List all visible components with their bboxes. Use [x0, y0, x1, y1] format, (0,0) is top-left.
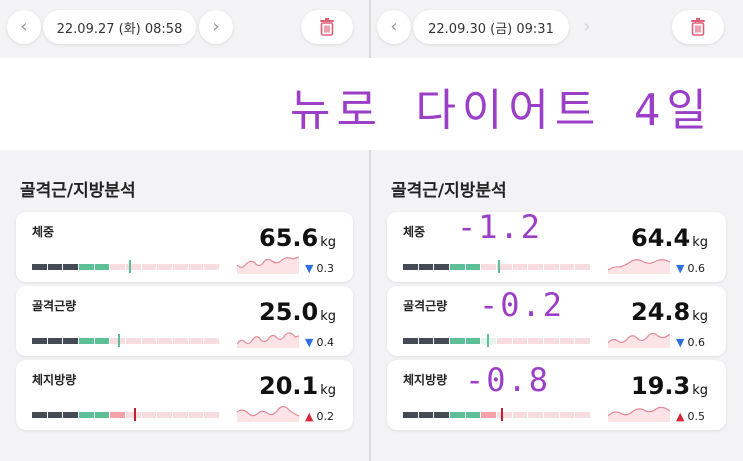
triangle-up-icon: ▲	[305, 410, 314, 423]
trend-sparkline	[608, 259, 670, 274]
screen: ‹ 22.09.27 (화) 08:58 › 골격근/지방분석 체중 65.6 …	[0, 0, 743, 461]
chevron-left-icon: ‹	[20, 16, 28, 37]
gauge-marker	[498, 260, 500, 273]
delta-indicator: ▼ 0.3	[305, 262, 334, 275]
date-label[interactable]: 22.09.30 (금) 09:31	[413, 10, 569, 44]
gauge-marker	[129, 260, 131, 273]
card-value: 24.8 kg	[631, 298, 708, 326]
delta-indicator: ▼ 0.6	[676, 262, 705, 275]
card-label: 골격근량	[32, 299, 77, 313]
gauge-bar	[32, 334, 220, 347]
gauge-bar	[403, 408, 591, 421]
trend-sparkline	[237, 405, 299, 422]
weight-card[interactable]: 체중 64.4 kg ▼ 0.6 -1.2	[387, 208, 726, 282]
card-value: 19.3 kg	[631, 372, 708, 400]
delta-indicator: ▲ 0.2	[305, 410, 334, 423]
trash-icon	[320, 18, 334, 36]
date-label[interactable]: 22.09.27 (화) 08:58	[43, 10, 196, 44]
prev-date-button[interactable]: ‹	[377, 10, 411, 44]
chevron-left-icon: ‹	[390, 16, 398, 37]
handwritten-note: -0.2	[479, 286, 565, 324]
delta-indicator: ▼ 0.6	[676, 336, 705, 349]
chevron-right-icon: ›	[583, 16, 591, 37]
card-value: 25.0 kg	[259, 298, 336, 326]
muscle-card[interactable]: 골격근량 24.8 kg ▼ 0.6 -0.2	[387, 286, 726, 356]
trash-icon	[691, 18, 705, 36]
muscle-card[interactable]: 골격근량 25.0 kg ▼ 0.4	[16, 286, 353, 356]
title-banner: 뉴로 다이어트 4일	[0, 58, 743, 150]
card-label: 체중	[403, 225, 426, 239]
delete-button[interactable]	[672, 10, 724, 44]
gauge-bar	[32, 408, 220, 421]
trend-sparkline	[608, 332, 670, 348]
card-value: 65.6 kg	[259, 224, 336, 252]
delta-indicator: ▼ 0.4	[305, 336, 334, 349]
triangle-down-icon: ▼	[676, 336, 685, 349]
card-value: 20.1 kg	[259, 372, 336, 400]
gauge-marker	[487, 334, 489, 347]
gauge-marker	[501, 408, 503, 421]
handwritten-note: -0.8	[465, 361, 551, 399]
chevron-right-icon: ›	[212, 16, 220, 37]
card-label: 체지방량	[32, 373, 77, 387]
trend-sparkline	[237, 332, 299, 348]
triangle-down-icon: ▼	[305, 262, 314, 275]
triangle-up-icon: ▲	[676, 410, 685, 423]
card-label: 체중	[32, 225, 55, 239]
body-fat-card[interactable]: 체지방량 19.3 kg ▲ 0.5 -0.8	[387, 360, 726, 430]
trend-sparkline	[237, 256, 299, 274]
gauge-bar	[32, 260, 220, 273]
gauge-marker	[134, 408, 136, 421]
gauge-marker	[118, 334, 120, 347]
card-label: 체지방량	[403, 373, 448, 387]
card-value: 64.4 kg	[631, 224, 708, 252]
body-fat-card[interactable]: 체지방량 20.1 kg ▲ 0.2	[16, 360, 353, 430]
section-title: 골격근/지방분석	[391, 181, 507, 201]
right-date-bar: ‹ 22.09.30 (금) 09:31 ›	[371, 8, 743, 46]
delta-indicator: ▲ 0.5	[676, 410, 705, 423]
delete-button[interactable]	[301, 10, 353, 44]
triangle-down-icon: ▼	[676, 262, 685, 275]
next-date-button[interactable]: ›	[570, 10, 604, 44]
next-date-button[interactable]: ›	[199, 10, 233, 44]
trend-sparkline	[608, 406, 670, 422]
section-title: 골격근/지방분석	[20, 181, 136, 201]
weight-card[interactable]: 체중 65.6 kg ▼ 0.3	[16, 212, 353, 282]
prev-date-button[interactable]: ‹	[7, 10, 41, 44]
banner-title: 뉴로 다이어트 4일	[290, 85, 713, 136]
triangle-down-icon: ▼	[305, 336, 314, 349]
handwritten-note: -1.2	[457, 208, 543, 246]
gauge-bar	[403, 260, 591, 273]
left-date-bar: ‹ 22.09.27 (화) 08:58 ›	[0, 8, 369, 46]
gauge-bar	[403, 334, 591, 347]
card-label: 골격근량	[403, 299, 448, 313]
